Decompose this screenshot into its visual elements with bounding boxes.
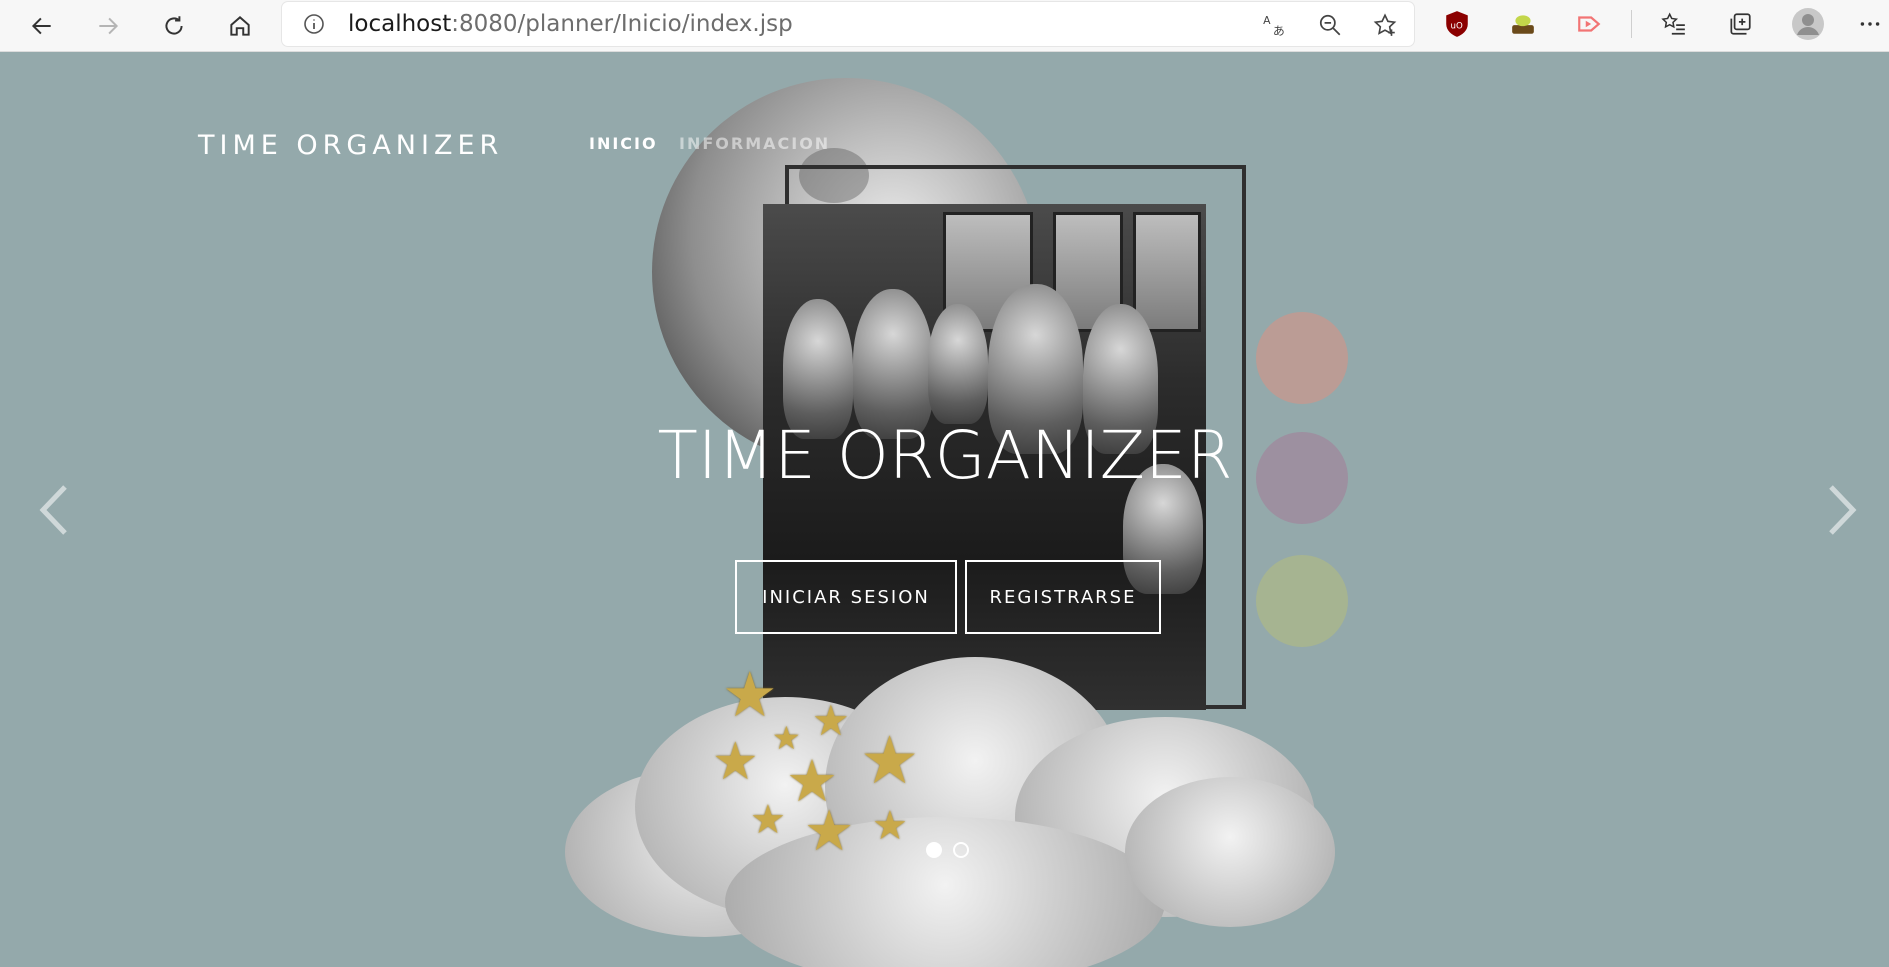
ublock-extension[interactable]: uO	[1440, 7, 1474, 41]
favorites-list-icon	[1661, 12, 1685, 35]
star-icon: ★	[712, 732, 759, 792]
forward-button[interactable]	[88, 6, 128, 46]
more-icon	[1860, 22, 1880, 26]
url-path: :8080/planner/Inicio/index.jsp	[451, 11, 793, 37]
browser-toolbar: localhost:8080/planner/Inicio/index.jsp …	[0, 0, 1889, 52]
profile-button[interactable]	[1791, 7, 1825, 41]
profile-avatar-icon	[1792, 8, 1824, 40]
pink-circle	[1256, 312, 1348, 404]
extension-icon	[1512, 15, 1534, 34]
hero-title: TIME ORGANIZER	[657, 417, 1233, 494]
toolbar-separator	[1631, 10, 1632, 38]
favorite-button[interactable]	[1370, 10, 1400, 40]
home-button[interactable]	[220, 6, 260, 46]
favorite-star-icon	[1373, 13, 1397, 36]
video-extension-icon	[1578, 16, 1601, 32]
star-icon: ★	[872, 803, 908, 849]
url-text[interactable]: localhost:8080/planner/Inicio/index.jsp	[348, 11, 793, 37]
refresh-button[interactable]	[154, 6, 194, 46]
star-icon: ★	[722, 658, 778, 731]
svg-text:あ: あ	[1273, 24, 1285, 38]
svg-text:uO: uO	[1451, 21, 1463, 31]
translate-icon: Aあ	[1263, 14, 1285, 38]
nav-inicio[interactable]: INICIO	[589, 134, 658, 153]
back-button[interactable]	[22, 6, 62, 46]
back-icon	[31, 17, 51, 35]
url-host: localhost	[348, 11, 452, 37]
register-button[interactable]: REGISTRARSE	[965, 560, 1161, 634]
info-icon[interactable]	[302, 12, 326, 36]
carousel-indicator-1[interactable]	[926, 842, 942, 858]
cloud-image	[565, 657, 1335, 967]
favorites-button[interactable]	[1657, 7, 1691, 41]
green-circle	[1256, 555, 1348, 647]
home-icon	[230, 16, 250, 36]
star-icon: ★	[860, 722, 920, 799]
carousel-indicator-2[interactable]	[953, 842, 969, 858]
zoom-out-icon	[1319, 14, 1341, 36]
nav-informacion[interactable]: INFORMACION	[679, 134, 830, 153]
refresh-icon	[165, 16, 183, 35]
collections-icon	[1730, 13, 1751, 35]
carousel-prev-button[interactable]	[30, 480, 78, 540]
chevron-left-icon	[39, 485, 67, 535]
collections-button[interactable]	[1723, 7, 1757, 41]
zoom-button[interactable]	[1315, 10, 1345, 40]
chevron-right-icon	[1829, 485, 1857, 535]
translate-button[interactable]: Aあ	[1260, 10, 1290, 40]
page-viewport: ★ ★ ★ ★ ★ ★ ★ ★ ★ TIME ORGANIZER INICIO …	[0, 52, 1889, 967]
address-bar[interactable]: localhost:8080/planner/Inicio/index.jsp …	[282, 2, 1414, 46]
ublock-icon: uO	[1446, 11, 1468, 37]
garden-extension[interactable]	[1506, 7, 1540, 41]
photo-person	[928, 304, 988, 424]
photo-window	[1133, 212, 1201, 332]
star-icon: ★	[750, 797, 786, 843]
carousel-next-button[interactable]	[1818, 480, 1866, 540]
login-button[interactable]: INICIAR SESION	[735, 560, 957, 634]
site-brand[interactable]: TIME ORGANIZER	[198, 130, 503, 161]
settings-more-button[interactable]	[1853, 7, 1887, 41]
svg-text:A: A	[1263, 14, 1271, 27]
forward-icon	[99, 17, 119, 35]
star-icon: ★	[804, 799, 855, 864]
star-icon: ★	[812, 696, 850, 745]
video-extension[interactable]	[1572, 7, 1606, 41]
